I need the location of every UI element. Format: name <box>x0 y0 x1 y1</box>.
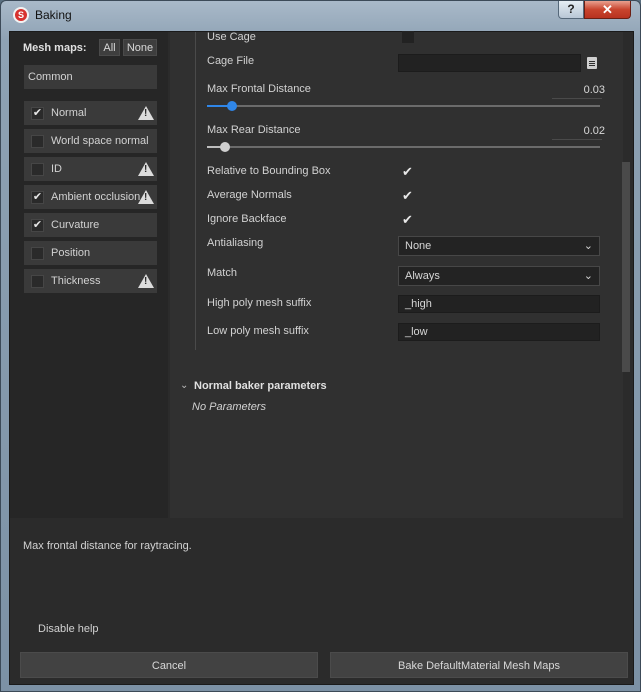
average-normals-label: Average Normals <box>207 189 292 201</box>
mesh-map-checkbox[interactable] <box>31 247 44 260</box>
use-cage-label: Use Cage <box>207 31 256 43</box>
antialiasing-label: Antialiasing <box>207 237 264 249</box>
mesh-map-item[interactable]: ID! <box>24 157 157 181</box>
mesh-map-checkbox[interactable]: ✔ <box>31 219 44 232</box>
use-cage-checkbox[interactable] <box>402 31 414 43</box>
title-bar[interactable]: S Baking ? ✕ <box>1 1 641 29</box>
warning-icon: ! <box>138 106 154 120</box>
mesh-maps-panel: Mesh maps: All None Common ✔ Normal! World… <box>10 32 168 518</box>
chevron-down-icon: ⌄ <box>583 240 593 252</box>
bake-button[interactable]: Bake DefaultMaterial Mesh Maps <box>330 652 628 678</box>
max-frontal-distance-value[interactable]: 0.03 <box>565 84 605 96</box>
max-rear-distance-slider[interactable] <box>207 142 600 152</box>
warning-icon: ! <box>138 274 154 288</box>
mesh-map-label: World space normal <box>51 135 149 147</box>
scrollbar-thumb[interactable] <box>622 162 630 372</box>
mesh-map-label: Thickness <box>51 275 101 287</box>
warning-mark: ! <box>144 192 148 203</box>
mesh-map-label: Ambient occlusion <box>51 191 141 203</box>
max-rear-distance-label: Max Rear Distance <box>207 124 301 136</box>
slider-handle[interactable] <box>220 142 230 152</box>
select-none-button[interactable]: None <box>123 39 157 56</box>
help-button[interactable]: ? <box>558 1 584 19</box>
antialiasing-dropdown[interactable]: None ⌄ <box>398 236 600 256</box>
warning-mark: ! <box>144 276 148 287</box>
max-frontal-distance-slider[interactable] <box>207 101 600 111</box>
mesh-map-item[interactable]: ✔ Ambient occlusion! <box>24 185 157 209</box>
parameters-panel: Use Cage Cage File Max Frontal Distance … <box>170 31 630 518</box>
mesh-map-checkbox[interactable] <box>31 275 44 288</box>
warning-icon: ! <box>138 162 154 176</box>
warning-icon: ! <box>138 190 154 204</box>
max-rear-distance-value[interactable]: 0.02 <box>565 125 605 137</box>
app-logo-icon: S <box>13 7 29 23</box>
mesh-maps-heading: Mesh maps: <box>23 42 87 54</box>
mesh-map-item[interactable]: ✔ Curvature <box>24 213 157 237</box>
mesh-map-item[interactable]: ✔ Normal! <box>24 101 157 125</box>
warning-mark: ! <box>144 108 148 119</box>
max-frontal-underline <box>552 98 602 99</box>
warning-mark: ! <box>144 164 148 175</box>
mesh-map-checkbox[interactable] <box>31 163 44 176</box>
expand-chevron-icon[interactable]: ⌄ <box>180 380 188 391</box>
match-value: Always <box>405 270 440 282</box>
mesh-map-item[interactable]: Thickness! <box>24 269 157 293</box>
max-frontal-distance-label: Max Frontal Distance <box>207 83 311 95</box>
window-title: Baking <box>35 8 72 22</box>
mesh-map-checkbox[interactable]: ✔ <box>31 191 44 204</box>
ignore-backface-checkbox[interactable]: ✔ <box>401 213 414 226</box>
ignore-backface-label: Ignore Backface <box>207 213 287 225</box>
select-all-button[interactable]: All <box>99 39 120 56</box>
cage-file-field[interactable] <box>398 54 581 72</box>
file-browse-icon[interactable] <box>587 57 597 69</box>
disable-help-link[interactable]: Disable help <box>38 623 99 635</box>
slider-handle[interactable] <box>227 101 237 111</box>
max-rear-underline <box>552 139 602 140</box>
mesh-map-item[interactable]: Position <box>24 241 157 265</box>
cancel-button[interactable]: Cancel <box>20 652 318 678</box>
low-poly-suffix-label: Low poly mesh suffix <box>207 325 309 337</box>
match-label: Match <box>207 267 237 279</box>
low-poly-suffix-field[interactable]: _low <box>398 323 600 341</box>
antialiasing-value: None <box>405 240 432 252</box>
relative-bbox-checkbox[interactable]: ✔ <box>401 165 414 178</box>
help-description: Max frontal distance for raytracing. <box>23 540 192 552</box>
average-normals-checkbox[interactable]: ✔ <box>401 189 414 202</box>
high-poly-suffix-label: High poly mesh suffix <box>207 297 312 309</box>
mesh-map-checkbox[interactable] <box>31 135 44 148</box>
mesh-map-label: ID <box>51 163 62 175</box>
mesh-map-label: Position <box>51 247 91 259</box>
mesh-map-label: Curvature <box>51 219 100 231</box>
group-indent-line <box>195 32 196 350</box>
chevron-down-icon: ⌄ <box>583 270 593 282</box>
cage-file-label: Cage File <box>207 55 255 67</box>
common-item[interactable]: Common <box>24 65 157 89</box>
no-parameters-text: No Parameters <box>192 401 266 413</box>
high-poly-suffix-field[interactable]: _high <box>398 295 600 313</box>
mesh-map-checkbox[interactable]: ✔ <box>31 107 44 120</box>
close-button[interactable]: ✕ <box>584 1 631 19</box>
window-frame: S Baking ? ✕ Mesh maps: All None Common … <box>0 0 641 692</box>
dialog-body: Mesh maps: All None Common ✔ Normal! World… <box>9 31 634 685</box>
mesh-map-item[interactable]: World space normal <box>24 129 157 153</box>
relative-bbox-label: Relative to Bounding Box <box>207 165 331 177</box>
mesh-map-label: Normal <box>51 107 87 119</box>
normal-baker-section-title[interactable]: Normal baker parameters <box>194 380 327 392</box>
match-dropdown[interactable]: Always ⌄ <box>398 266 600 286</box>
